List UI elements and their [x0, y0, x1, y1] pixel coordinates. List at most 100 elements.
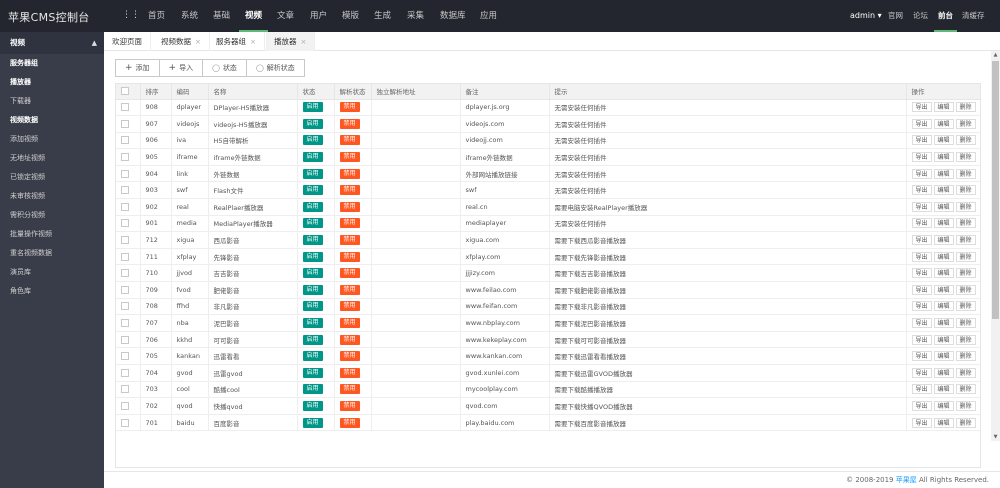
- sidebar-item[interactable]: 未审核视频: [0, 187, 104, 206]
- parse-status-button[interactable]: ◯ 解析状态: [245, 59, 305, 77]
- parse-status-badge[interactable]: 禁用: [339, 384, 360, 395]
- export-button[interactable]: 导出: [911, 334, 932, 345]
- edit-button[interactable]: 编辑: [933, 118, 954, 129]
- delete-button[interactable]: 删除: [955, 301, 976, 312]
- row-checkbox[interactable]: [121, 252, 129, 261]
- sidebar-item[interactable]: 下载器: [0, 92, 104, 111]
- parse-status-badge[interactable]: 禁用: [339, 152, 360, 163]
- select-cell[interactable]: [116, 198, 141, 216]
- parse-status-badge[interactable]: 禁用: [339, 417, 360, 428]
- edit-button[interactable]: 编辑: [933, 185, 954, 196]
- status-badge[interactable]: 启用: [302, 102, 323, 113]
- export-button[interactable]: 导出: [911, 384, 932, 395]
- import-button[interactable]: + 导入: [158, 59, 204, 77]
- select-cell[interactable]: [116, 314, 141, 332]
- delete-button[interactable]: 删除: [955, 384, 976, 395]
- vertical-scrollbar[interactable]: ▲ ▼: [991, 51, 1000, 441]
- tab-item[interactable]: 播放器 ×: [266, 32, 316, 51]
- topnav-item[interactable]: 视频: [238, 0, 269, 32]
- export-button[interactable]: 导出: [911, 400, 932, 411]
- export-button[interactable]: 导出: [911, 318, 932, 329]
- export-button[interactable]: 导出: [911, 168, 932, 179]
- delete-button[interactable]: 删除: [955, 400, 976, 411]
- row-checkbox[interactable]: [121, 169, 129, 178]
- row-checkbox[interactable]: [121, 236, 129, 245]
- select-cell[interactable]: [116, 99, 141, 117]
- row-checkbox[interactable]: [121, 385, 129, 394]
- tab-item[interactable]: 欢迎页面: [104, 32, 151, 51]
- export-button[interactable]: 导出: [911, 152, 932, 163]
- row-checkbox[interactable]: [121, 202, 129, 211]
- menu-dots-icon[interactable]: ⋮⋮: [122, 10, 140, 20]
- topnav-item[interactable]: 模版: [342, 0, 359, 32]
- edit-button[interactable]: 编辑: [933, 384, 954, 395]
- topnav-item[interactable]: 应用: [480, 0, 497, 32]
- row-checkbox[interactable]: [121, 319, 129, 328]
- status-badge[interactable]: 启用: [302, 185, 323, 196]
- export-button[interactable]: 导出: [911, 301, 932, 312]
- row-checkbox[interactable]: [121, 219, 129, 228]
- topnav-item[interactable]: 用户: [310, 0, 327, 32]
- parse-status-badge[interactable]: 禁用: [339, 367, 360, 378]
- topnav-item[interactable]: 数据库: [440, 0, 466, 32]
- delete-button[interactable]: 删除: [955, 152, 976, 163]
- parse-status-badge[interactable]: 禁用: [339, 102, 360, 113]
- sidebar-item[interactable]: 添加视频: [0, 130, 104, 149]
- add-button[interactable]: + 添加: [115, 59, 160, 77]
- select-cell[interactable]: [116, 381, 141, 399]
- export-button[interactable]: 导出: [911, 284, 932, 295]
- edit-button[interactable]: 编辑: [933, 351, 954, 362]
- status-badge[interactable]: 启用: [302, 284, 323, 295]
- status-badge[interactable]: 启用: [302, 251, 323, 262]
- parse-status-badge[interactable]: 禁用: [339, 235, 360, 246]
- export-button[interactable]: 导出: [911, 367, 932, 378]
- delete-button[interactable]: 删除: [955, 218, 976, 229]
- row-checkbox[interactable]: [121, 418, 129, 427]
- row-checkbox[interactable]: [121, 335, 129, 344]
- status-badge[interactable]: 启用: [302, 417, 323, 428]
- status-badge[interactable]: 启用: [302, 384, 323, 395]
- topnav-item[interactable]: 采集: [407, 0, 424, 32]
- edit-button[interactable]: 编辑: [933, 417, 954, 428]
- header-select[interactable]: [116, 84, 141, 100]
- export-button[interactable]: 导出: [911, 351, 932, 362]
- parse-status-badge[interactable]: 禁用: [339, 284, 360, 295]
- select-cell[interactable]: [116, 397, 141, 415]
- row-checkbox[interactable]: [121, 368, 129, 377]
- topnav-item[interactable]: 文章: [277, 0, 294, 32]
- sidebar-item[interactable]: 角色库: [0, 282, 104, 301]
- row-checkbox[interactable]: [121, 103, 129, 112]
- sidebar-item[interactable]: 服务器组: [0, 54, 104, 73]
- scroll-down-icon[interactable]: ▼: [991, 433, 1000, 441]
- parse-status-badge[interactable]: 禁用: [339, 301, 360, 312]
- status-badge[interactable]: 启用: [302, 334, 323, 345]
- topright-item[interactable]: 前台: [934, 0, 957, 32]
- parse-status-badge[interactable]: 禁用: [339, 400, 360, 411]
- select-cell[interactable]: [116, 298, 141, 316]
- delete-button[interactable]: 删除: [955, 201, 976, 212]
- parse-status-badge[interactable]: 禁用: [339, 334, 360, 345]
- select-cell[interactable]: [116, 165, 141, 183]
- sidebar-item[interactable]: 已锁定视频: [0, 168, 104, 187]
- delete-button[interactable]: 删除: [955, 367, 976, 378]
- row-checkbox[interactable]: [121, 153, 129, 162]
- row-checkbox[interactable]: [121, 136, 129, 145]
- select-cell[interactable]: [116, 281, 141, 299]
- sidebar-item[interactable]: 演员库: [0, 263, 104, 282]
- topnav-item[interactable]: 首页: [148, 0, 165, 32]
- topright-item[interactable]: 论坛: [913, 0, 928, 32]
- delete-button[interactable]: 删除: [955, 235, 976, 246]
- parse-status-badge[interactable]: 禁用: [339, 185, 360, 196]
- footer-link[interactable]: 苹果屋: [896, 476, 917, 484]
- export-button[interactable]: 导出: [911, 118, 932, 129]
- sidebar-item[interactable]: 重名视频数据: [0, 244, 104, 263]
- export-button[interactable]: 导出: [911, 417, 932, 428]
- parse-status-badge[interactable]: 禁用: [339, 318, 360, 329]
- select-cell[interactable]: [116, 148, 141, 166]
- edit-button[interactable]: 编辑: [933, 168, 954, 179]
- sidebar-item[interactable]: 播放器: [0, 73, 104, 92]
- edit-button[interactable]: 编辑: [933, 268, 954, 279]
- topright-item[interactable]: 官网: [888, 0, 903, 32]
- select-cell[interactable]: [116, 115, 141, 133]
- close-icon[interactable]: ×: [301, 38, 307, 46]
